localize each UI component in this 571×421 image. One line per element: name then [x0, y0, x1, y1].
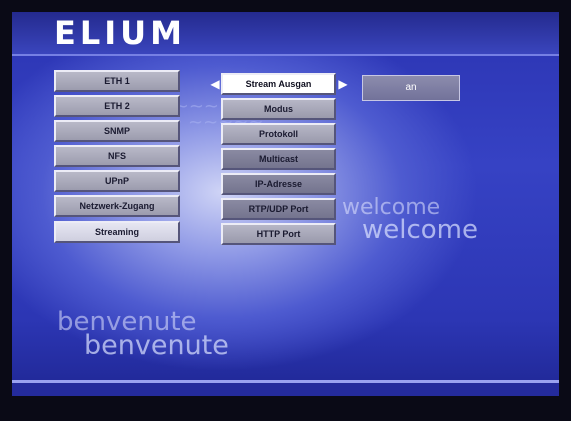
submenu-item-stream-ausgang[interactable]: Stream Ausgan	[221, 73, 336, 95]
submenu-item-http-port[interactable]: HTTP Port	[221, 223, 336, 245]
top-bar: ELIUM	[12, 12, 559, 56]
menu-item-eth2[interactable]: ETH 2	[54, 95, 180, 117]
menu-item-streaming[interactable]: Streaming	[54, 221, 180, 243]
arrow-right-icon[interactable]: ▶	[337, 73, 349, 95]
submenu-item-ip-adresse[interactable]: IP-Adresse	[221, 173, 336, 195]
menu-item-nfs[interactable]: NFS	[54, 145, 180, 167]
footer-bar	[12, 383, 559, 396]
menu-item-upnp[interactable]: UPnP	[54, 170, 180, 192]
menu-item-netzwerk-zugang[interactable]: Netzwerk-Zugang	[54, 195, 180, 217]
submenu-item-modus[interactable]: Modus	[221, 98, 336, 120]
background-word: welcome	[362, 215, 479, 245]
submenu-item-multicast[interactable]: Multicast	[221, 148, 336, 170]
stream-output-value[interactable]: an	[362, 75, 460, 101]
menu-item-snmp[interactable]: SNMP	[54, 120, 180, 142]
submenu-item-protokoll[interactable]: Protokoll	[221, 123, 336, 145]
brand-logo: ELIUM	[54, 14, 186, 52]
tv-screen: ELIUM ~~~ ~ ~~~~ ~~~~ ~~~~~ welcome welc…	[12, 12, 559, 396]
submenu-item-rtp-udp-port[interactable]: RTP/UDP Port	[221, 198, 336, 220]
background-word: benvenute	[84, 330, 229, 361]
arrow-left-icon[interactable]: ◀	[209, 73, 221, 95]
menu-item-eth1[interactable]: ETH 1	[54, 70, 180, 92]
